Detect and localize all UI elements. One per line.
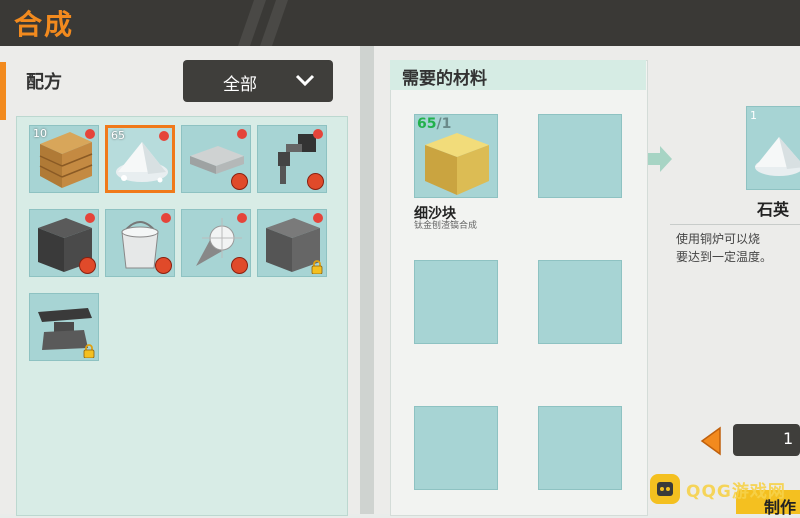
recipe-slot-mechanical-arm[interactable] <box>257 125 327 193</box>
material-need-count: /1 <box>436 116 452 132</box>
header-stripes-decoration <box>238 0 288 46</box>
material-slot-empty <box>538 114 622 198</box>
material-slot-empty <box>538 260 622 344</box>
new-dot-icon <box>313 129 323 139</box>
result-description: 使用铜炉可以烧 要达到一定温度。 <box>676 230 800 266</box>
arrow-right-icon <box>648 146 672 172</box>
quantity-value: 1 <box>783 429 794 448</box>
quantity-field[interactable]: 1 <box>733 424 800 456</box>
category-filter-value: 全部 <box>223 75 257 95</box>
material-have-count: 65 <box>417 116 437 132</box>
result-description-line: 使用铜炉可以烧 <box>676 232 761 246</box>
unavailable-icon <box>155 257 172 274</box>
recipe-slot-gray-stone-block[interactable] <box>257 209 327 277</box>
recipe-slot-wood-block[interactable]: 10 <box>29 125 99 193</box>
recipe-slot-stone-slab[interactable] <box>181 125 251 193</box>
decrease-quantity-arrow-icon[interactable] <box>700 426 722 456</box>
recipe-tab-accent <box>0 62 6 120</box>
material-name: 细沙块 <box>414 206 456 222</box>
lock-icon <box>311 260 323 274</box>
page-title: 合成 <box>14 8 75 41</box>
recipe-count: 10 <box>33 127 47 140</box>
unavailable-icon <box>307 173 324 190</box>
new-dot-icon <box>313 213 323 223</box>
material-slot-empty <box>414 260 498 344</box>
result-description-line: 要达到一定温度。 <box>676 250 773 264</box>
chevron-down-icon <box>295 74 315 87</box>
new-dot-icon <box>85 129 95 139</box>
panel-divider <box>360 46 374 514</box>
new-dot-icon <box>161 213 171 223</box>
recipe-slot-anvil[interactable] <box>29 293 99 361</box>
material-source-note: 钛金刨渣镐合成 <box>414 221 478 231</box>
materials-title: 需要的材料 <box>402 69 487 89</box>
material-count: 65/1 <box>417 116 451 132</box>
result-count: 1 <box>750 109 757 122</box>
recipe-slot-quartz-sand[interactable]: 65 <box>105 125 175 193</box>
result-divider <box>670 224 800 225</box>
material-slot-empty <box>538 406 622 490</box>
unavailable-icon <box>231 173 248 190</box>
new-dot-icon <box>237 213 247 223</box>
recipe-count: 65 <box>111 129 125 142</box>
title-bar: 合成 <box>0 0 800 46</box>
new-dot-icon <box>237 129 247 139</box>
recipe-grid: 10 65 <box>16 116 348 516</box>
recipe-slot-drill[interactable] <box>181 209 251 277</box>
category-filter-dropdown[interactable]: 全部 <box>183 60 333 102</box>
recipe-slot-dark-stone-block[interactable] <box>29 209 99 277</box>
recipe-label: 配方 <box>26 72 62 93</box>
recipe-slot-bucket[interactable] <box>105 209 175 277</box>
lock-icon <box>83 344 95 358</box>
unavailable-icon <box>79 257 96 274</box>
new-dot-icon <box>159 131 169 141</box>
watermark-text: QQG游戏网 <box>686 482 786 502</box>
new-dot-icon <box>85 213 95 223</box>
material-slot-empty <box>414 406 498 490</box>
watermark-logo-icon <box>650 474 680 504</box>
unavailable-icon <box>231 257 248 274</box>
watermark: QQG游戏网 <box>650 474 800 504</box>
result-name: 石英 <box>757 200 790 219</box>
